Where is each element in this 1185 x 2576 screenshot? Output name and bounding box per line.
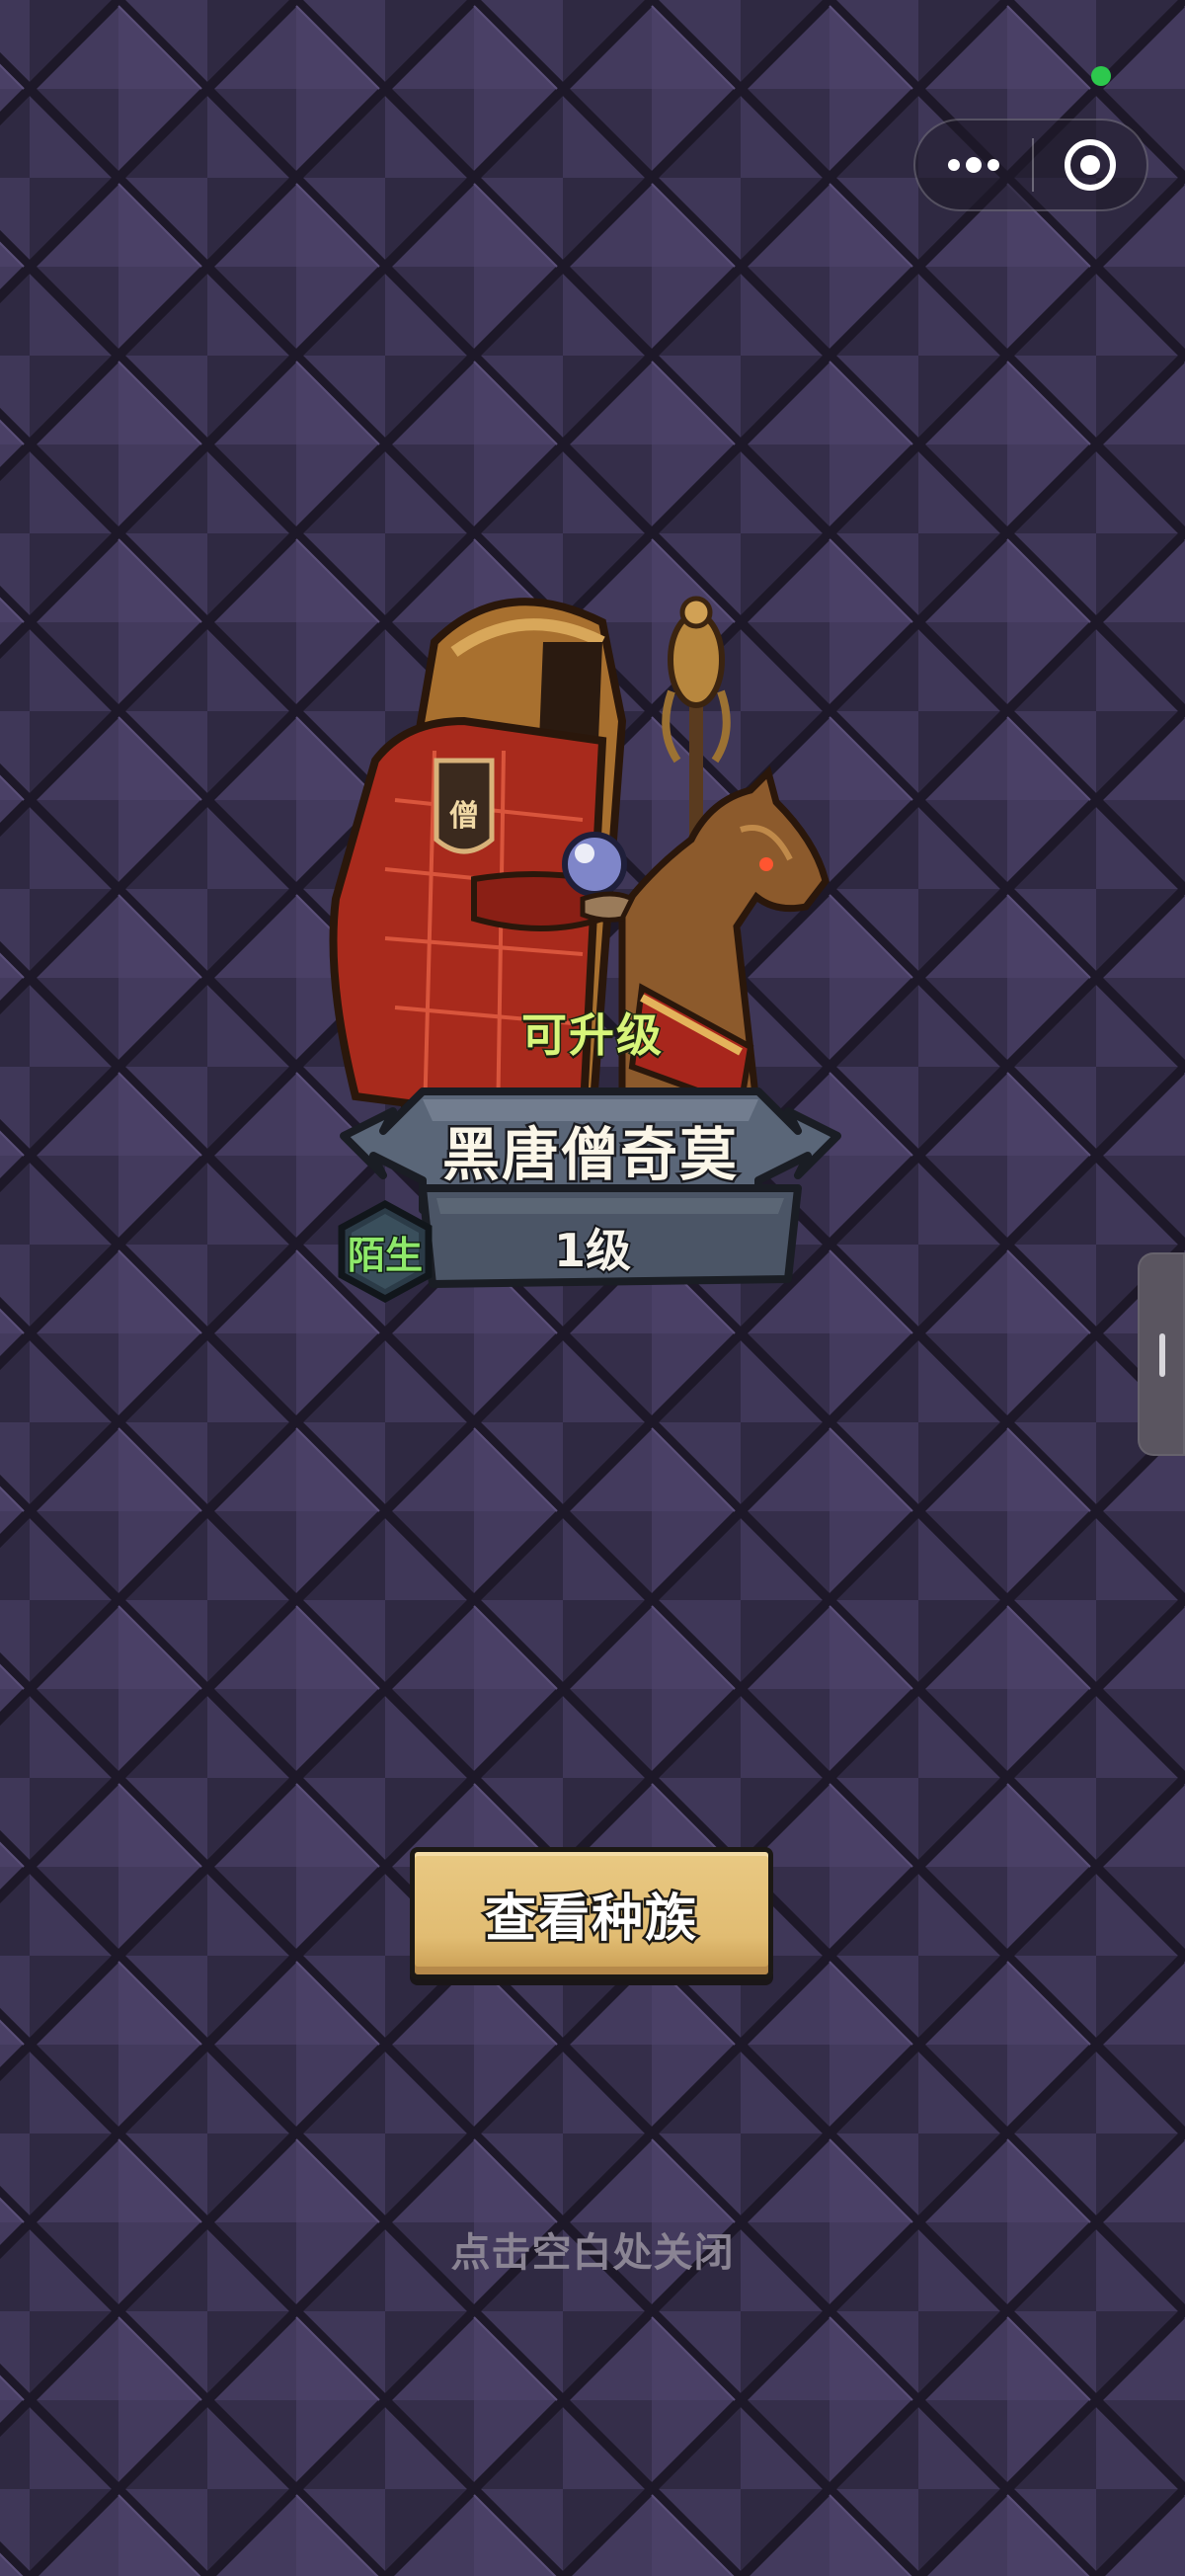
character-name: 黑唐僧奇莫 — [439, 1119, 739, 1191]
robe-badge-text: 僧 — [449, 799, 479, 834]
character-level: 1级 — [552, 1222, 633, 1279]
status-indicator-dot — [1091, 66, 1111, 86]
tap-blank-to-close-hint[interactable]: 点击空白处关闭 — [0, 2220, 1185, 2278]
miniprogram-capsule — [913, 119, 1148, 211]
target-close-icon — [1065, 139, 1116, 191]
handle-grip-icon — [1159, 1333, 1165, 1377]
upgrade-available-tag: 可升级 — [520, 1007, 664, 1064]
view-race-button[interactable]: 查看种族 — [410, 1847, 773, 1979]
more-button[interactable] — [915, 121, 1032, 209]
view-race-label: 查看种族 — [482, 1887, 698, 1951]
relation-status: 陌生 — [346, 1233, 424, 1279]
more-dots-icon — [948, 157, 999, 173]
close-miniprogram-button[interactable] — [1034, 121, 1146, 209]
side-drawer-handle[interactable] — [1138, 1252, 1185, 1456]
